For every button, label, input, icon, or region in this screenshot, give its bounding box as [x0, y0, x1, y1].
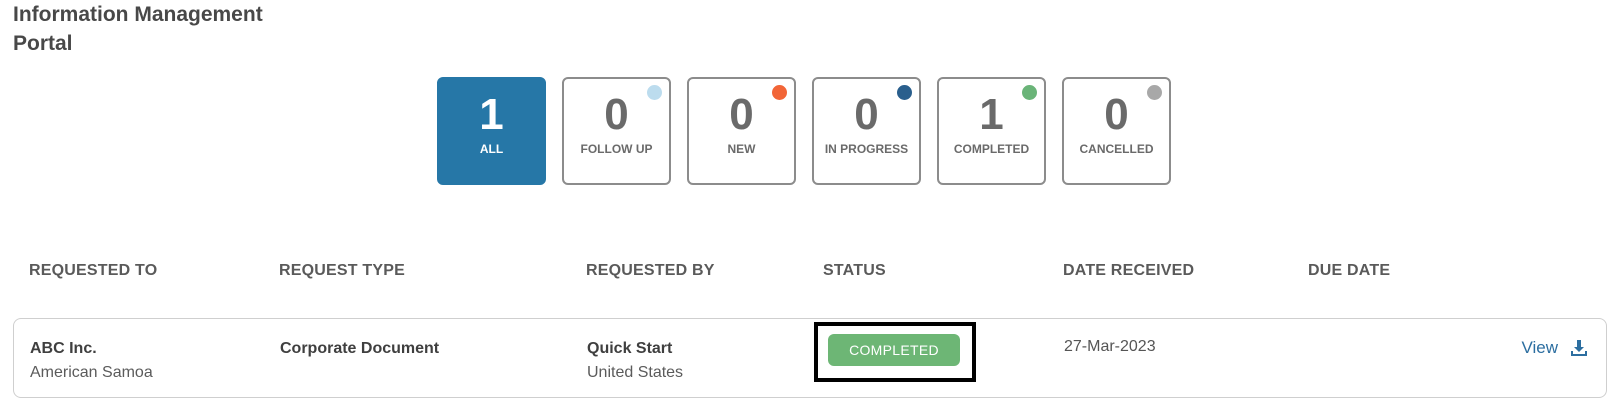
filter-count: 0 — [729, 90, 754, 139]
filter-label: CANCELLED — [1079, 142, 1154, 156]
requested-to-name: ABC Inc. — [30, 340, 97, 357]
column-header-due-date[interactable]: DUE DATE — [1308, 262, 1390, 280]
status-filter-cards: 1 ALL 0 FOLLOW UP 0 NEW 0 IN PROGRESS 1 … — [437, 77, 1171, 185]
filter-count: 1 — [479, 90, 504, 139]
filter-card-cancelled[interactable]: 0 CANCELLED — [1062, 77, 1171, 185]
column-header-requested-by[interactable]: REQUESTED BY — [586, 262, 715, 280]
view-action[interactable]: View — [1521, 338, 1588, 358]
filter-count: 0 — [604, 90, 629, 139]
filter-card-follow-up[interactable]: 0 FOLLOW UP — [562, 77, 671, 185]
status-dot — [897, 85, 912, 100]
filter-count: 0 — [1104, 90, 1129, 139]
status-dot — [1022, 85, 1037, 100]
date-received-value: 27-Mar-2023 — [1064, 338, 1156, 355]
column-header-date-received[interactable]: DATE RECEIVED — [1063, 262, 1194, 280]
filter-label: COMPLETED — [953, 142, 1030, 156]
filter-count: 0 — [854, 90, 879, 139]
status-dot — [647, 85, 662, 100]
filter-card-in-progress[interactable]: 0 IN PROGRESS — [812, 77, 921, 185]
requested-to-cell: ABC Inc. American Samoa — [30, 338, 153, 384]
status-dot — [1147, 85, 1162, 100]
download-icon[interactable] — [1570, 339, 1588, 357]
status-badge: COMPLETED — [828, 334, 960, 366]
requested-by-cell: Quick Start United States — [587, 338, 683, 384]
filter-card-new[interactable]: 0 NEW — [687, 77, 796, 185]
column-header-requested-to[interactable]: REQUESTED TO — [29, 262, 157, 280]
page-title: Information Management Portal — [13, 3, 263, 55]
table-row[interactable]: ABC Inc. American Samoa Corporate Docume… — [13, 318, 1607, 398]
column-header-status[interactable]: STATUS — [823, 262, 886, 280]
view-link[interactable]: View — [1521, 338, 1558, 358]
requested-by-location: United States — [587, 364, 684, 381]
request-type-cell: Corporate Document — [280, 338, 439, 360]
status-dot — [772, 85, 787, 100]
filter-label: ALL — [479, 142, 504, 156]
filter-count: 1 — [979, 90, 1004, 139]
filter-label: NEW — [727, 142, 756, 156]
request-type-value: Corporate Document — [280, 340, 440, 357]
table-header: REQUESTED TO REQUEST TYPE REQUESTED BY S… — [0, 262, 1620, 282]
requested-to-location: American Samoa — [30, 364, 153, 381]
filter-card-completed[interactable]: 1 COMPLETED — [937, 77, 1046, 185]
filter-card-all[interactable]: 1 ALL — [437, 77, 546, 185]
status-highlight-box: COMPLETED — [814, 322, 976, 382]
column-header-request-type[interactable]: REQUEST TYPE — [279, 262, 405, 280]
filter-label: IN PROGRESS — [824, 142, 909, 156]
filter-label: FOLLOW UP — [580, 142, 653, 156]
requested-by-name: Quick Start — [587, 340, 673, 357]
